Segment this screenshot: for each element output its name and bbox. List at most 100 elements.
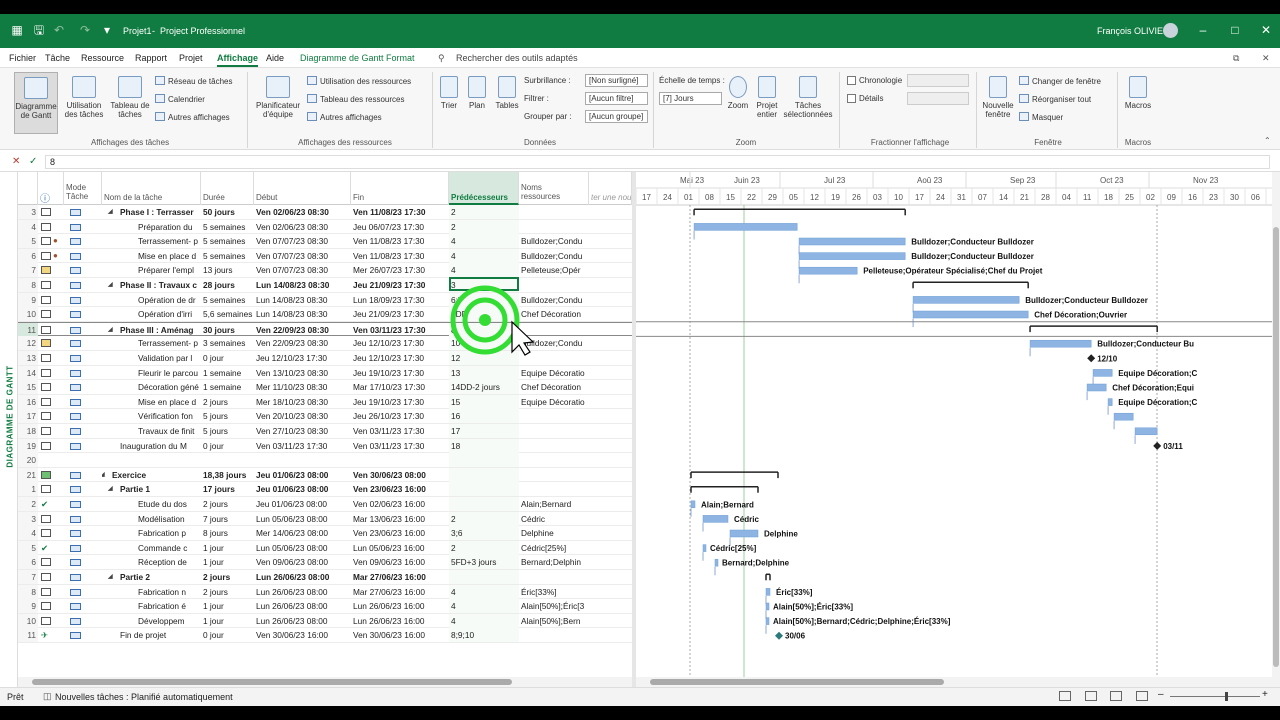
task-bar[interactable] bbox=[693, 223, 798, 231]
timescale-dropdown[interactable]: [7] Jours bbox=[659, 92, 722, 105]
add-column-cell[interactable] bbox=[589, 380, 632, 394]
start-cell[interactable]: Lun 26/06/23 08:00 bbox=[254, 599, 351, 613]
minimize-icon[interactable]: – bbox=[1196, 23, 1210, 37]
row-id[interactable]: 5 bbox=[18, 540, 38, 555]
task-name-cell[interactable]: Mise en place d bbox=[102, 249, 201, 263]
row-id[interactable]: 11 bbox=[18, 322, 38, 337]
task-mode-cell[interactable] bbox=[64, 293, 102, 307]
switch-windows-button[interactable]: Changer de fenêtre bbox=[1019, 76, 1101, 86]
collapse-toggle-icon[interactable]: ◢ bbox=[108, 278, 113, 292]
zoom-in-icon[interactable]: + bbox=[1262, 689, 1268, 700]
task-bar[interactable] bbox=[1086, 383, 1107, 392]
gantt-view-shortcut-icon[interactable] bbox=[1059, 691, 1071, 701]
start-cell[interactable]: Lun 14/08/23 08:30 bbox=[254, 278, 351, 292]
start-cell[interactable]: Lun 05/06/23 08:00 bbox=[254, 541, 351, 555]
resources-cell[interactable] bbox=[519, 628, 589, 642]
task-icon[interactable] bbox=[41, 325, 51, 334]
resources-cell[interactable] bbox=[519, 205, 589, 219]
start-cell[interactable]: Jeu 01/06/23 08:00 bbox=[254, 497, 351, 511]
row-id[interactable]: 10 bbox=[18, 613, 38, 628]
collapse-toggle-icon[interactable]: ◢ bbox=[108, 205, 113, 219]
finish-cell[interactable]: Jeu 26/10/23 17:30 bbox=[351, 409, 449, 423]
task-name-cell[interactable]: Mise en place d bbox=[102, 395, 201, 409]
task-name-cell[interactable]: Fabrication p bbox=[102, 526, 201, 540]
add-column-cell[interactable] bbox=[589, 395, 632, 409]
collapse-toggle-icon[interactable]: ◢ bbox=[102, 468, 105, 482]
duration-cell[interactable]: 5 semaines bbox=[201, 234, 254, 248]
row-indicators[interactable]: ✈ bbox=[38, 628, 64, 642]
calendar-button[interactable]: Calendrier bbox=[155, 94, 205, 104]
task-mode-cell[interactable] bbox=[64, 526, 102, 540]
duration-cell[interactable]: 50 jours bbox=[201, 205, 254, 219]
task-icon[interactable] bbox=[41, 237, 51, 246]
zoom-out-icon[interactable]: – bbox=[1158, 689, 1164, 700]
start-cell[interactable]: Ven 02/06/23 08:30 bbox=[254, 205, 351, 219]
milestone-diamond[interactable] bbox=[1153, 441, 1162, 450]
close-icon[interactable]: ✕ bbox=[1259, 23, 1273, 37]
predecessors-cell[interactable]: 2 bbox=[449, 511, 519, 526]
task-mode-cell[interactable] bbox=[64, 512, 102, 526]
add-column-cell[interactable] bbox=[589, 409, 632, 423]
task-bar[interactable] bbox=[1113, 412, 1134, 421]
tab-aide[interactable]: Aide bbox=[266, 53, 284, 63]
row-indicators[interactable] bbox=[38, 307, 64, 321]
tab-ressource[interactable]: Ressource bbox=[81, 53, 124, 63]
row-id[interactable]: 7 bbox=[18, 570, 38, 584]
task-name-cell[interactable]: Réception de bbox=[102, 555, 201, 569]
finish-cell[interactable]: Ven 11/08/23 17:30 bbox=[351, 205, 449, 219]
network-diagram-button[interactable]: Réseau de tâches bbox=[155, 76, 233, 86]
task-mode-cell[interactable] bbox=[64, 628, 102, 642]
task-usage-shortcut-icon[interactable] bbox=[1085, 691, 1097, 701]
task-icon[interactable] bbox=[41, 222, 51, 231]
arrange-all-button[interactable]: Réorganiser tout bbox=[1019, 94, 1091, 104]
add-column-cell[interactable] bbox=[589, 628, 632, 642]
task-mode-cell[interactable] bbox=[64, 439, 102, 453]
row-indicators[interactable] bbox=[38, 220, 64, 234]
duration-cell[interactable]: 17 jours bbox=[201, 482, 254, 496]
start-cell[interactable]: Jeu 12/10/23 17:30 bbox=[254, 351, 351, 365]
predecessors-cell[interactable]: 8;9;10 bbox=[449, 628, 519, 643]
resources-cell[interactable]: Alain[50%];Éric[3 bbox=[519, 599, 589, 613]
predecessors-cell[interactable]: 3;6 bbox=[449, 526, 519, 541]
table-row[interactable]: 4 Préparation du 5 semaines Ven 02/06/23 08… bbox=[18, 219, 632, 235]
table-row[interactable]: 18 Travaux de finit 5 jours Ven 27/10/23 08… bbox=[18, 424, 632, 439]
other-res-views-button[interactable]: Autres affichages bbox=[307, 112, 382, 122]
team-planner-shortcut-icon[interactable] bbox=[1110, 691, 1122, 701]
row-indicators[interactable] bbox=[38, 526, 64, 540]
table-row[interactable]: 9 Fabrication é1 jour Lun 26/06/23 08:00 Lu… bbox=[18, 599, 632, 614]
row-indicators[interactable] bbox=[38, 512, 64, 526]
finish-cell[interactable]: Lun 26/06/23 16:00 bbox=[351, 614, 449, 628]
entry-field[interactable]: 8 bbox=[45, 155, 1270, 169]
row-indicators[interactable] bbox=[38, 614, 64, 628]
column-add-new[interactable]: ter une nou bbox=[589, 172, 632, 205]
task-icon[interactable] bbox=[41, 412, 51, 421]
task-name-cell[interactable]: Travaux de finit bbox=[102, 424, 201, 438]
gantt-hscroll-thumb[interactable] bbox=[650, 679, 944, 685]
row-id[interactable]: 4 bbox=[18, 526, 38, 541]
predecessors-cell[interactable] bbox=[449, 467, 519, 482]
predecessors-cell[interactable]: 18 bbox=[449, 438, 519, 453]
finish-cell[interactable]: Mar 13/06/23 16:00 bbox=[351, 512, 449, 526]
add-column-cell[interactable] bbox=[589, 512, 632, 526]
task-name-cell[interactable]: Décoration géné bbox=[102, 380, 201, 394]
duration-cell[interactable]: 1 jour bbox=[201, 614, 254, 628]
resources-cell[interactable] bbox=[519, 468, 589, 482]
row-id[interactable]: 16 bbox=[18, 394, 38, 409]
task-table-button[interactable]: Tableau de tâches bbox=[108, 76, 152, 119]
status-task-mode[interactable]: Nouvelles tâches : Planifié automatiquem… bbox=[55, 692, 233, 702]
table-row[interactable]: 19 Inauguration du M0 jour Ven 03/11/23 17… bbox=[18, 438, 632, 454]
row-indicators[interactable]: ✔ bbox=[38, 541, 64, 555]
task-mode-cell[interactable] bbox=[64, 395, 102, 409]
row-id[interactable]: 18 bbox=[18, 424, 38, 438]
start-cell[interactable]: Lun 26/06/23 08:00 bbox=[254, 570, 351, 584]
tables-button[interactable]: Tables bbox=[493, 76, 521, 110]
start-cell[interactable]: Ven 07/07/23 08:30 bbox=[254, 263, 351, 277]
row-id[interactable]: 14 bbox=[18, 365, 38, 380]
task-mode-cell[interactable] bbox=[64, 278, 102, 292]
predecessors-cell[interactable]: 2 bbox=[449, 540, 519, 555]
row-id[interactable]: 6 bbox=[18, 248, 38, 263]
task-mode-cell[interactable] bbox=[64, 220, 102, 234]
duration-cell[interactable]: 5,6 semaines bbox=[201, 307, 254, 321]
task-name-cell[interactable]: ◢ Partie 2 bbox=[102, 570, 201, 584]
task-mode-cell[interactable] bbox=[64, 366, 102, 380]
